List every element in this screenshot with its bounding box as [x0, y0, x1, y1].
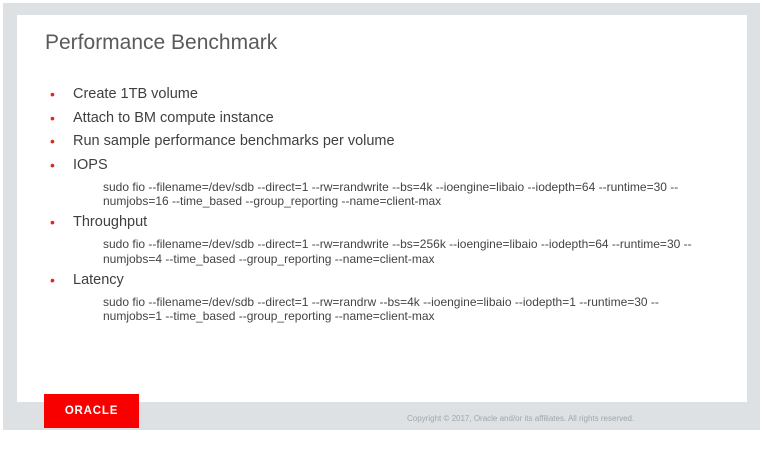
bullet-item-iops: • IOPS sudo fio --filename=/dev/sdb --di… — [50, 156, 740, 209]
bullet-dot-icon: • — [50, 109, 55, 126]
bullet-dot-icon: • — [50, 133, 55, 149]
bullet-text: Run sample performance benchmarks per vo… — [73, 133, 395, 149]
bullet-item: • Run sample performance benchmarks per … — [50, 132, 740, 151]
bullet-dot-icon: • — [50, 156, 55, 173]
bullet-item: • Create 1TB volume — [50, 85, 740, 104]
bullet-dot-icon: • — [50, 86, 55, 102]
logo-text: ORACLE — [64, 405, 119, 417]
copyright-text: Copyright © 2017, Oracle and/or its affi… — [407, 414, 635, 423]
bullet-text: Attach to BM compute instance — [73, 109, 274, 126]
bullet-item: • Attach to BM compute instance — [50, 109, 740, 128]
bullet-item-throughput: • Throughput sudo fio --filename=/dev/sd… — [50, 213, 740, 266]
bullet-dot-icon: • — [50, 214, 55, 230]
latency-command: sudo fio --filename=/dev/sdb --direct=1 … — [103, 294, 659, 324]
bullet-item-latency: • Latency sudo fio --filename=/dev/sdb -… — [50, 271, 740, 324]
bullet-dot-icon: • — [50, 271, 55, 288]
iops-command: sudo fio --filename=/dev/sdb --direct=1 … — [103, 179, 679, 209]
throughput-command: sudo fio --filename=/dev/sdb --direct=1 … — [103, 237, 692, 266]
bullet-list: • Create 1TB volume • Attach to BM compu… — [50, 85, 740, 328]
bullet-text: Create 1TB volume — [73, 86, 198, 102]
slide-title: Performance Benchmark — [45, 31, 278, 54]
bullet-text: Throughput — [73, 214, 148, 230]
bullet-text: Latency — [73, 271, 124, 288]
bullet-text: IOPS — [73, 156, 108, 173]
oracle-logo: ORACLE — [44, 394, 139, 428]
slide-content: Performance Benchmark • Create 1TB volum… — [17, 15, 747, 402]
slide-frame: Performance Benchmark • Create 1TB volum… — [3, 3, 760, 430]
